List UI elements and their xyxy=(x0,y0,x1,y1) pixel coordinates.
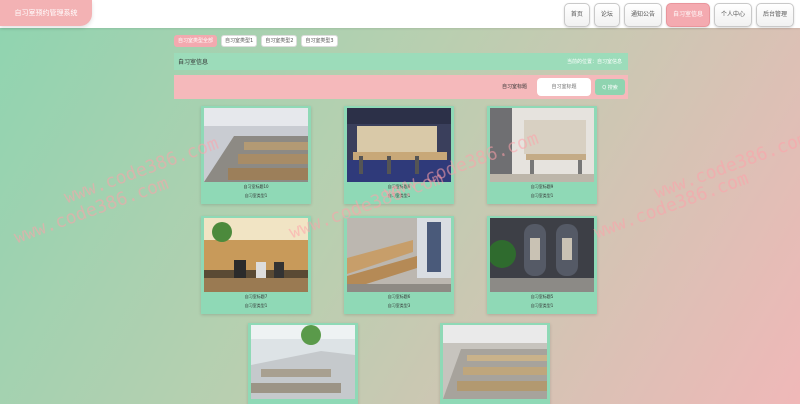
search-label: 自习室标题 xyxy=(502,84,528,90)
room-photo xyxy=(443,325,547,399)
watermark: www.code386.com xyxy=(61,132,222,209)
room-title: 自习室标题5 xyxy=(530,294,554,299)
tab-type-2[interactable]: 自习室类型2 xyxy=(261,35,298,47)
room-card[interactable]: 自习室标题5 自习室类型1 xyxy=(487,216,597,314)
room-card[interactable]: 自习室标题10 自习室类型1 xyxy=(201,106,311,204)
room-title: 自习室标题8 xyxy=(387,184,411,189)
room-title: 自习室标题6 xyxy=(387,294,411,299)
room-card[interactable] xyxy=(440,323,550,404)
room-title: 自习室标题9 xyxy=(530,184,554,189)
room-photo xyxy=(490,108,594,182)
room-type: 自习室类型3 xyxy=(387,303,411,308)
room-card[interactable]: 自习室标题6 自习室类型3 xyxy=(344,216,454,314)
room-photo xyxy=(347,108,451,182)
tab-type-3[interactable]: 自习室类型3 xyxy=(301,35,338,47)
nav-forum[interactable]: 论坛 xyxy=(593,3,620,27)
search-bar: 自习室标题 Q 搜索 xyxy=(174,75,628,99)
room-type: 自习室类型1 xyxy=(244,193,268,198)
search-input[interactable] xyxy=(537,78,591,96)
top-bar: 自习室预约管理系统 首页 论坛 通知公告 自习室信息 个人中心 后台管理 xyxy=(0,0,800,28)
tab-type-1[interactable]: 自习室类型1 xyxy=(221,35,258,47)
brand-title: 自习室预约管理系统 xyxy=(0,0,92,26)
category-tabs: 自习室类型全部 自习室类型1 自习室类型2 自习室类型3 xyxy=(174,35,338,47)
room-photo xyxy=(204,218,308,292)
page-title: 自习室信息 xyxy=(178,59,209,66)
room-type: 自习室类型1 xyxy=(244,303,268,308)
watermark: www.code386.com xyxy=(651,127,800,204)
room-photo xyxy=(347,218,451,292)
room-card[interactable]: 自习室标题9 自习室类型1 xyxy=(487,106,597,204)
panel-header: 自习室信息 当前的位置：自习室信息 xyxy=(174,53,628,70)
nav-study-room[interactable]: 自习室信息 xyxy=(665,3,710,27)
room-photo xyxy=(490,218,594,292)
watermark: www.code386.com xyxy=(591,167,752,244)
room-title: 自习室标题10 xyxy=(243,184,269,189)
room-type: 自习室类型1 xyxy=(530,193,554,198)
room-photo xyxy=(251,325,355,399)
room-card[interactable] xyxy=(248,323,358,404)
room-card[interactable]: 自习室标题8 自习室类型1 xyxy=(344,106,454,204)
room-type: 自习室类型1 xyxy=(387,193,411,198)
breadcrumb: 当前的位置：自习室信息 xyxy=(566,59,622,65)
room-title: 自习室标题7 xyxy=(244,294,268,299)
watermark: www.code386.com xyxy=(11,172,172,249)
nav-home[interactable]: 首页 xyxy=(563,3,590,27)
room-type: 自习室类型1 xyxy=(530,303,554,308)
search-button[interactable]: Q 搜索 xyxy=(595,79,625,95)
tab-all[interactable]: 自习室类型全部 xyxy=(174,35,218,47)
room-photo xyxy=(204,108,308,182)
nav-notice[interactable]: 通知公告 xyxy=(623,3,662,27)
room-card[interactable]: 自习室标题7 自习室类型1 xyxy=(201,216,311,314)
nav-user-center[interactable]: 个人中心 xyxy=(713,3,752,27)
main-nav: 首页 论坛 通知公告 自习室信息 个人中心 后台管理 xyxy=(563,3,794,27)
nav-admin[interactable]: 后台管理 xyxy=(755,3,794,27)
